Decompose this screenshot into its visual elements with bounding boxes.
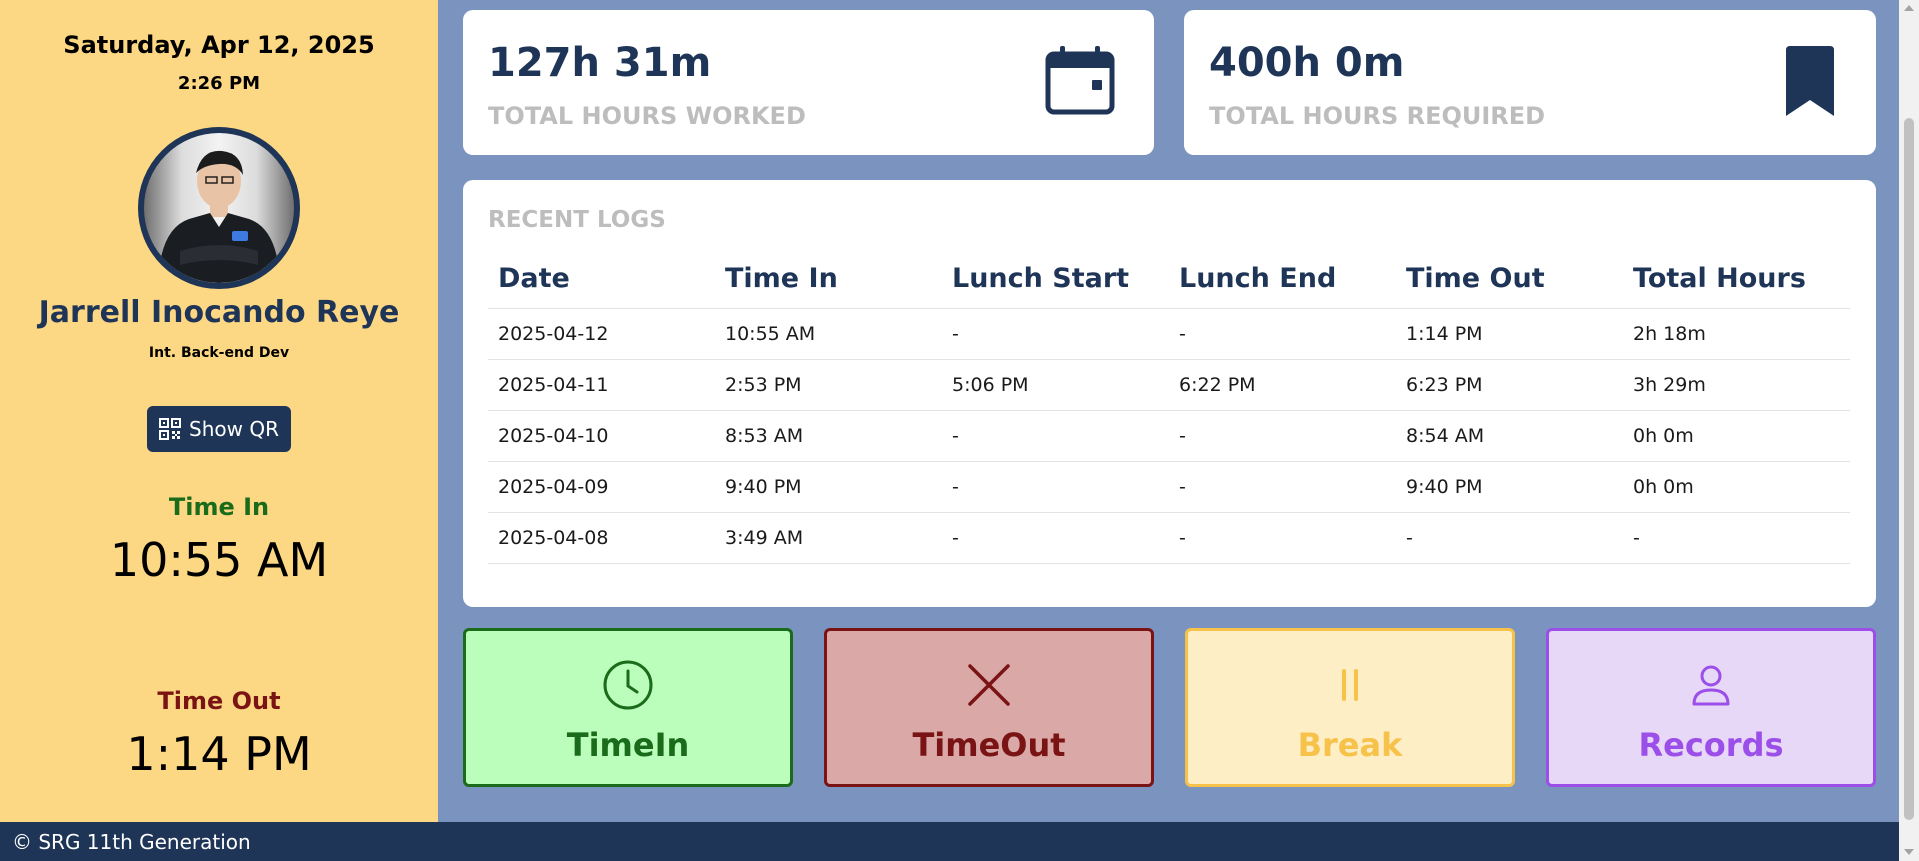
calendar-icon [1044,44,1116,120]
cell-date: 2025-04-08 [488,512,715,564]
cell-time-out: 6:23 PM [1396,359,1623,411]
show-qr-button[interactable]: Show QR [147,406,291,452]
page-scrollbar[interactable] [1899,0,1919,861]
footer: © SRG 11th Generation [0,822,1899,861]
cell-time-out: 1:14 PM [1396,308,1623,360]
total-hours-required-label: TOTAL HOURS REQUIRED [1209,102,1546,130]
time-in-label: Time In [168,493,270,521]
cell-total-hours: 0h 0m [1623,410,1850,462]
col-lunch-end: Lunch End [1169,250,1396,309]
total-hours-worked-label: TOTAL HOURS WORKED [488,102,806,130]
col-total-hours: Total Hours [1623,250,1850,309]
table-row: 2025-04-08 3:49 AM - - - - [488,512,1850,564]
cell-lunch-start: - [942,410,1169,462]
cell-lunch-start: - [942,461,1169,513]
user-role: Int. Back-end Dev [148,345,290,361]
cell-date: 2025-04-12 [488,308,715,360]
time-out-label: Time Out [157,687,281,715]
time-out-button[interactable]: TimeOut [824,628,1154,787]
show-qr-label: Show QR [189,417,279,441]
total-hours-worked-value: 127h 31m [488,40,712,86]
cell-lunch-end: - [1169,512,1396,564]
total-hours-required-card: 400h 0m TOTAL HOURS REQUIRED [1184,10,1876,155]
bookmark-icon [1782,44,1838,122]
scroll-down-arrow-icon[interactable] [1904,849,1914,855]
pause-icon [1188,658,1512,712]
col-time-in: Time In [715,250,942,309]
time-out-value: 1:14 PM [126,727,312,781]
qr-code-icon [159,418,182,440]
records-button-label: Records [1638,726,1784,764]
scrollbar-thumb[interactable] [1904,118,1914,820]
cell-time-in: 9:40 PM [715,461,942,513]
total-hours-worked-card: 127h 31m TOTAL HOURS WORKED [463,10,1154,155]
cell-lunch-start: 5:06 PM [942,359,1169,411]
records-button[interactable]: Records [1546,628,1876,787]
table-row: 2025-04-09 9:40 PM - - 9:40 PM 0h 0m [488,461,1850,513]
cell-date: 2025-04-09 [488,461,715,513]
logs-table: Date Time In Lunch Start Lunch End Time … [488,250,1850,564]
profile-sidebar: Saturday, Apr 12, 2025 2:26 PM Jarrell I… [0,0,438,822]
user-icon [1549,658,1873,712]
current-time: 2:26 PM [177,73,261,94]
cell-total-hours: 3h 29m [1623,359,1850,411]
table-row: 2025-04-12 10:55 AM - - 1:14 PM 2h 18m [488,308,1850,360]
cell-lunch-end: - [1169,410,1396,462]
scroll-up-arrow-icon[interactable] [1904,5,1914,11]
time-in-button-label: TimeIn [566,726,690,764]
cell-lunch-start: - [942,308,1169,360]
footer-copyright: © SRG 11th Generation [12,830,251,854]
time-in-button[interactable]: TimeIn [463,628,793,787]
total-hours-required-value: 400h 0m [1209,40,1405,86]
recent-logs-title: RECENT LOGS [488,207,666,233]
cell-time-in: 10:55 AM [715,308,942,360]
col-lunch-start: Lunch Start [942,250,1169,309]
time-in-value: 10:55 AM [109,533,329,587]
cell-total-hours: - [1623,512,1850,564]
time-out-button-label: TimeOut [912,726,1066,764]
cell-time-in: 8:53 AM [715,410,942,462]
cell-date: 2025-04-10 [488,410,715,462]
current-date: Saturday, Apr 12, 2025 [63,31,375,59]
cell-lunch-end: 6:22 PM [1169,359,1396,411]
cell-lunch-start: - [942,512,1169,564]
break-button-label: Break [1297,726,1403,764]
clock-icon [466,658,790,712]
cell-time-in: 2:53 PM [715,359,942,411]
col-date: Date [488,250,715,309]
cell-total-hours: 0h 0m [1623,461,1850,513]
cell-lunch-end: - [1169,461,1396,513]
cell-time-out: 8:54 AM [1396,410,1623,462]
cell-time-out: - [1396,512,1623,564]
col-time-out: Time Out [1396,250,1623,309]
cell-lunch-end: - [1169,308,1396,360]
cell-total-hours: 2h 18m [1623,308,1850,360]
avatar [138,127,300,289]
user-name: Jarrell Inocando Reye [38,295,400,330]
cell-time-in: 3:49 AM [715,512,942,564]
cell-date: 2025-04-11 [488,359,715,411]
recent-logs-card: RECENT LOGS Date Time In Lunch Start Lun… [463,180,1876,607]
table-row: 2025-04-10 8:53 AM - - 8:54 AM 0h 0m [488,410,1850,462]
cell-time-out: 9:40 PM [1396,461,1623,513]
person-photo [158,150,280,283]
break-button[interactable]: Break [1185,628,1515,787]
table-row: 2025-04-11 2:53 PM 5:06 PM 6:22 PM 6:23 … [488,359,1850,411]
logs-header-row: Date Time In Lunch Start Lunch End Time … [488,250,1850,309]
x-icon [827,658,1151,712]
